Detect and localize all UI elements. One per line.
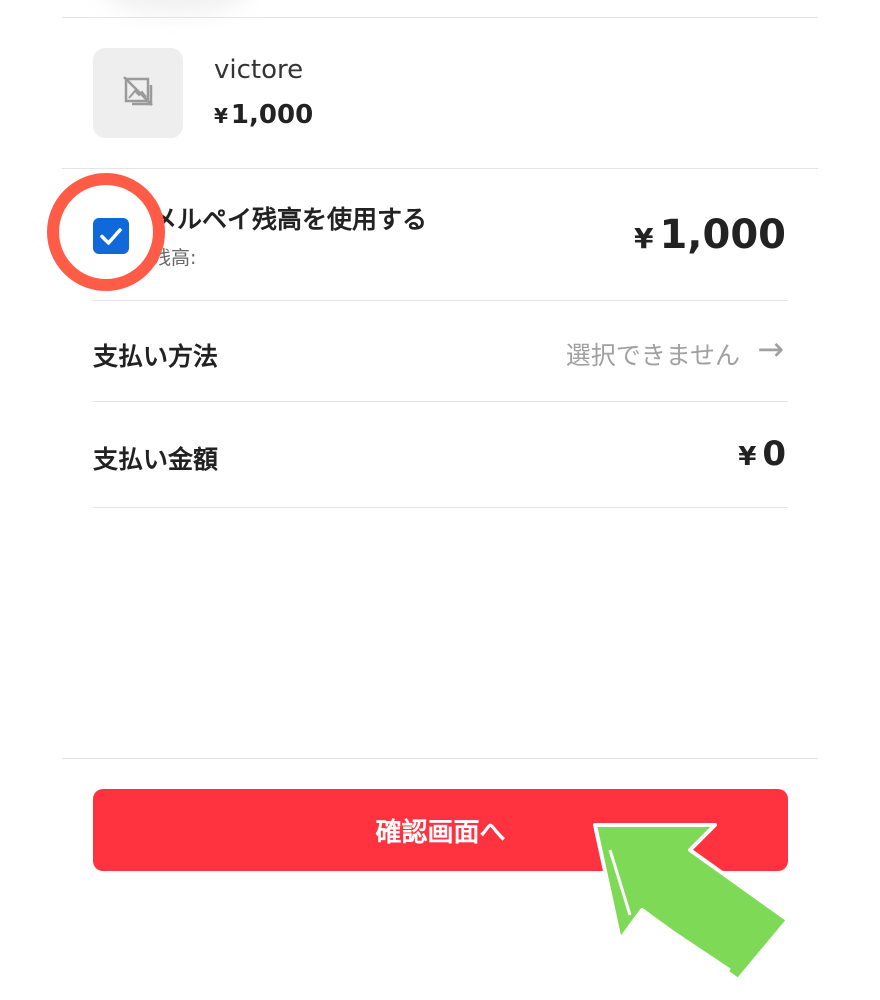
item-name: victore: [214, 55, 304, 85]
top-fade: [100, 0, 250, 15]
divider: [62, 168, 818, 169]
payment-amount-symbol: ¥: [738, 442, 757, 472]
arrow-right-icon[interactable]: →: [757, 333, 784, 365]
no-image-icon: [121, 74, 155, 112]
confirm-button-label: 確認画面へ: [375, 817, 506, 848]
payment-amount-value: ¥0: [738, 434, 786, 474]
payment-method-value[interactable]: 選択できません: [566, 336, 740, 372]
item-price-value: 1,000: [230, 100, 314, 130]
divider: [93, 507, 788, 508]
balance-caption: 残高:: [152, 247, 197, 269]
divider: [62, 758, 818, 759]
divider: [93, 300, 788, 301]
balance-amount-value: 1,000: [659, 212, 786, 258]
item-price: ¥1,000: [214, 100, 313, 130]
item-thumbnail: [93, 48, 183, 138]
payment-method-label: 支払い方法: [93, 342, 219, 371]
payment-amount-number: 0: [762, 434, 786, 474]
checkmark-icon: [100, 228, 122, 245]
balance-amount-symbol: ¥: [633, 222, 654, 255]
balance-amount: ¥1,000: [634, 212, 786, 258]
use-balance-label: メルペイ残高を使用する: [152, 205, 428, 234]
divider: [93, 401, 788, 402]
payment-amount-label: 支払い金額: [93, 445, 219, 474]
confirm-button[interactable]: 確認画面へ: [93, 789, 788, 871]
divider: [62, 17, 818, 18]
use-balance-checkbox[interactable]: [93, 218, 129, 254]
item-price-symbol: ¥: [214, 104, 228, 128]
